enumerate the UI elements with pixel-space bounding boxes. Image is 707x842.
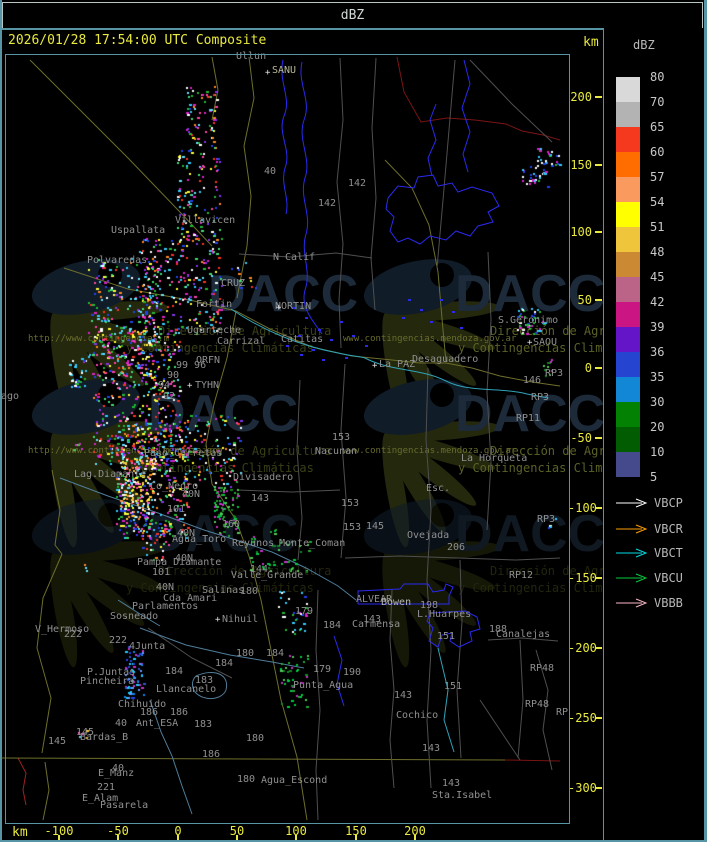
river-path [333,635,345,707]
colorbar-swatch [616,302,640,327]
river-path [59,477,237,541]
colorbar-tick-label: 10 [650,445,665,459]
boundary-path [17,757,27,806]
road-path [51,469,63,555]
dept-line [336,57,344,349]
colorbar-swatch [616,102,640,127]
colorbar-tick-label: 30 [650,395,665,409]
colorbar-swatch [616,77,640,102]
colorbar-tick-label: 48 [650,245,665,259]
colorbar-swatch [616,352,640,377]
map-geography [0,56,561,821]
dept-line [389,589,395,789]
colorbar-tick-label: 39 [650,320,665,334]
river-path [300,61,323,335]
dept-line [340,363,347,559]
vector-label: VBCU [654,571,683,585]
colorbar-tick-label: 60 [650,145,665,159]
dept-line [425,367,432,789]
colorbar-swatch [616,277,640,302]
colorbar-swatch [616,177,640,202]
river-path [230,308,366,359]
colorbar-swatch [616,402,640,427]
irrigation-outline [357,583,454,605]
colorbar-tick-label: 70 [650,95,665,109]
road-path [36,553,63,754]
colorbar-tick-label: 54 [650,195,665,209]
colorbar-swatch [616,452,640,477]
road-path [63,267,561,387]
dept-line [436,59,456,269]
legend-panel: dBZ 80 70 65 60 57 54 51 48 45 42 39 36 35 30 20 10 5 VBC… [604,28,707,842]
vector-label: VBBB [654,596,683,610]
colorbar-tick-label: 65 [650,120,665,134]
dept-line [479,699,521,761]
colorbar-tick-label: 36 [650,345,665,359]
dept-line [370,57,377,311]
radar-app-window: DACC Dirección de Agricultura y Contingenc… [0,0,707,842]
river-path [427,103,437,177]
dept-line [237,489,341,493]
colorbar-tick-label: 57 [650,170,665,184]
colorbar-swatch [616,152,640,177]
dept-line [517,639,524,759]
road-path [211,56,219,121]
vector-label: VBCT [654,546,683,560]
dept-line [344,555,561,561]
dept-line [487,637,559,642]
river-path [139,627,305,669]
colorbar-swatch [616,252,640,277]
river-path [437,647,455,753]
boundary-path [504,759,561,762]
dept-line [469,59,553,143]
river-path [281,59,288,215]
river-path [149,699,193,815]
colorbar-tick-label: 42 [650,295,665,309]
vector-label: VBCP [654,496,683,510]
road-path [236,56,255,299]
river-path [364,357,549,399]
colorbar-tick-label: 5 [650,470,658,484]
colorbar-swatch [616,327,640,352]
colorbar-tick-label: 20 [650,420,665,434]
road-path [29,59,213,247]
vector-label: VBCR [654,522,683,536]
colorbar-swatch [616,427,640,452]
river-path [235,539,357,601]
road-path [205,310,308,821]
dept-line [535,649,553,771]
dept-line [486,251,492,531]
colorbar-swatch [616,377,640,402]
lake-outline [192,672,228,699]
colorbar-tick-label: 80 [650,70,665,84]
dept-line [315,589,321,821]
irrigation-outline [426,610,481,648]
road-path [42,761,50,821]
dept-line [296,379,303,561]
colorbar-tick-label: 35 [650,370,665,384]
colorbar-swatch [616,227,640,252]
colorbar-swatch [616,202,640,227]
river-path [117,599,161,627]
dept-line [456,559,463,759]
colorbar-swatch [616,127,640,152]
river-path [461,59,471,173]
colorbar-tick-label: 51 [650,220,665,234]
colorbar-tick-label: 45 [650,270,665,284]
